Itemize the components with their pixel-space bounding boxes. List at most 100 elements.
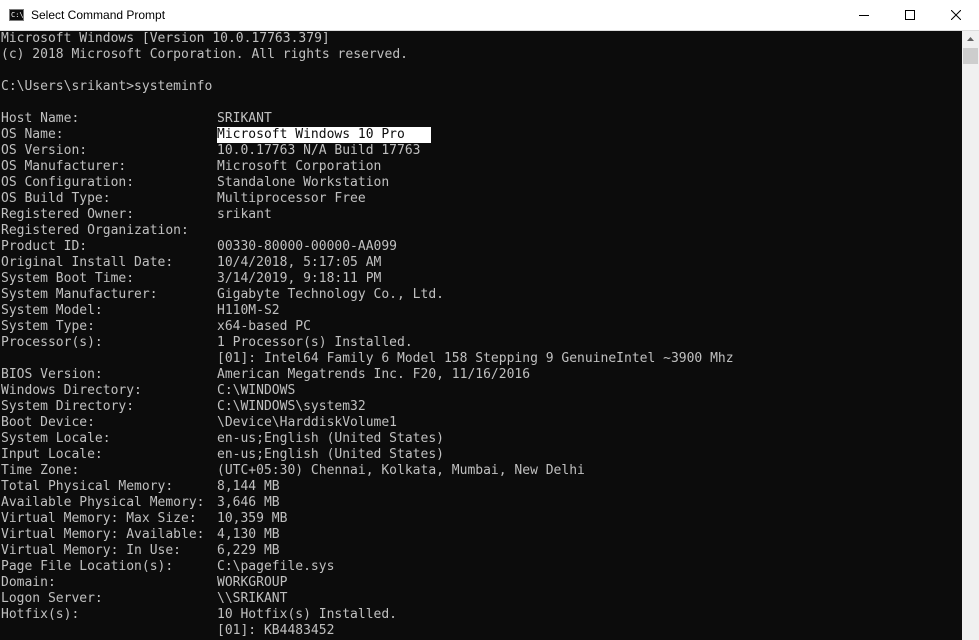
systeminfo-row: OS Build Type: Multiprocessor Free xyxy=(0,191,962,207)
systeminfo-key: Registered Owner: xyxy=(1,207,135,222)
systeminfo-key: System Boot Time: xyxy=(1,271,135,286)
systeminfo-key: Hotfix(s): xyxy=(1,607,80,622)
systeminfo-key: Virtual Memory: In Use: xyxy=(1,543,182,558)
systeminfo-value: (UTC+05:30) Chennai, Kolkata, Mumbai, Ne… xyxy=(217,463,585,478)
maximize-icon xyxy=(905,10,915,20)
systeminfo-value: 10/4/2018, 5:17:05 AM xyxy=(217,255,382,270)
systeminfo-value: C:\pagefile.sys xyxy=(217,559,335,574)
window-title: Select Command Prompt xyxy=(31,8,166,22)
systeminfo-row: Virtual Memory: In Use: 6,229 MB xyxy=(0,543,962,559)
systeminfo-key: OS Build Type: xyxy=(1,191,111,206)
systeminfo-row: System Directory: C:\WINDOWS\system32 xyxy=(0,399,962,415)
systeminfo-row: Time Zone: (UTC+05:30) Chennai, Kolkata, … xyxy=(0,463,962,479)
systeminfo-key: Virtual Memory: Available: xyxy=(1,527,205,542)
systeminfo-key: System Type: xyxy=(1,319,95,334)
systeminfo-key: OS Configuration: xyxy=(1,175,135,190)
systeminfo-key: Product ID: xyxy=(1,239,88,254)
close-icon xyxy=(951,10,961,20)
systeminfo-key: Input Locale: xyxy=(1,447,103,462)
systeminfo-value: H110M-S2 xyxy=(217,303,280,318)
banner-line: (c) 2018 Microsoft Corporation. All righ… xyxy=(1,47,408,62)
systeminfo-key: Page File Location(s): xyxy=(1,559,174,574)
systeminfo-row: System Type: x64-based PC xyxy=(0,319,962,335)
title-bar[interactable]: C:\ Select Command Prompt xyxy=(0,0,979,31)
systeminfo-key: System Manufacturer: xyxy=(1,287,158,302)
systeminfo-key: System Locale: xyxy=(1,431,111,446)
systeminfo-value: American Megatrends Inc. F20, 11/16/2016 xyxy=(217,367,531,382)
systeminfo-value: 00330-80000-00000-AA099 xyxy=(217,239,398,254)
command-prompt-window: C:\ Select Command Prompt Microsoft Wind… xyxy=(0,0,979,640)
systeminfo-row: System Boot Time: 3/14/2019, 9:18:11 PM xyxy=(0,271,962,287)
systeminfo-value: \\SRIKANT xyxy=(217,591,288,606)
systeminfo-value: 6,229 MB xyxy=(217,543,280,558)
systeminfo-row: Total Physical Memory: 8,144 MB xyxy=(0,479,962,495)
systeminfo-row: Windows Directory: C:\WINDOWS xyxy=(0,383,962,399)
minimize-button[interactable] xyxy=(841,0,887,30)
selected-text: Microsoft Windows 10 Pro xyxy=(217,127,431,143)
systeminfo-value: [01]: Intel64 Family 6 Model 158 Steppin… xyxy=(217,351,734,366)
systeminfo-value: WORKGROUP xyxy=(217,575,288,590)
systeminfo-row: System Locale: en-us;English (United Stat… xyxy=(0,431,962,447)
systeminfo-row: OS Name: Microsoft Windows 10 Pro xyxy=(0,127,962,143)
systeminfo-row: Original Install Date: 10/4/2018, 5:17:05… xyxy=(0,255,962,271)
systeminfo-value: 4,130 MB xyxy=(217,527,280,542)
systeminfo-key: System Model: xyxy=(1,303,103,318)
systeminfo-value: x64-based PC xyxy=(217,319,311,334)
systeminfo-value: 10.0.17763 N/A Build 17763 xyxy=(217,143,421,158)
systeminfo-value: 10 Hotfix(s) Installed. xyxy=(217,607,398,622)
systeminfo-key: Total Physical Memory: xyxy=(1,479,174,494)
systeminfo-row: OS Manufacturer: Microsoft Corporation xyxy=(0,159,962,175)
console-output[interactable]: Microsoft Windows [Version 10.0.17763.37… xyxy=(0,31,962,640)
scroll-thumb[interactable] xyxy=(963,48,978,64)
systeminfo-value: \Device\HarddiskVolume1 xyxy=(217,415,398,430)
banner-line: Microsoft Windows [Version 10.0.17763.37… xyxy=(1,31,330,46)
systeminfo-key: Domain: xyxy=(1,575,56,590)
maximize-button[interactable] xyxy=(887,0,933,30)
systeminfo-row: Domain: WORKGROUP xyxy=(0,575,962,591)
systeminfo-key: Virtual Memory: Max Size: xyxy=(1,511,197,526)
systeminfo-row: [01]: Intel64 Family 6 Model 158 Steppin… xyxy=(0,351,962,367)
minimize-icon xyxy=(859,15,869,16)
systeminfo-value: Gigabyte Technology Co., Ltd. xyxy=(217,287,444,302)
systeminfo-key: Processor(s): xyxy=(1,335,103,350)
systeminfo-row: Registered Organization: xyxy=(0,223,962,239)
command-prompt-line: C:\Users\srikant>systeminfo xyxy=(1,79,213,94)
systeminfo-row: Available Physical Memory: 3,646 MB xyxy=(0,495,962,511)
systeminfo-value: 10,359 MB xyxy=(217,511,288,526)
systeminfo-key: Host Name: xyxy=(1,111,80,126)
systeminfo-key: Windows Directory: xyxy=(1,383,142,398)
systeminfo-value: 3,646 MB xyxy=(217,495,280,510)
vertical-scrollbar[interactable] xyxy=(962,31,979,640)
systeminfo-value: C:\WINDOWS\system32 xyxy=(217,399,366,414)
scroll-up-arrow-icon xyxy=(967,37,974,41)
systeminfo-row: Host Name: SRIKANT xyxy=(0,111,962,127)
systeminfo-row: Page File Location(s): C:\pagefile.sys xyxy=(0,559,962,575)
systeminfo-key: OS Version: xyxy=(1,143,88,158)
systeminfo-row: System Manufacturer: Gigabyte Technology … xyxy=(0,287,962,303)
systeminfo-row: Product ID: 00330-80000-00000-AA099 xyxy=(0,239,962,255)
systeminfo-row: OS Version: 10.0.17763 N/A Build 17763 xyxy=(0,143,962,159)
systeminfo-value: en-us;English (United States) xyxy=(217,447,444,462)
systeminfo-value: SRIKANT xyxy=(217,111,272,126)
systeminfo-row: System Model: H110M-S2 xyxy=(0,303,962,319)
systeminfo-row: Processor(s): 1 Processor(s) Installed. xyxy=(0,335,962,351)
systeminfo-value: en-us;English (United States) xyxy=(217,431,444,446)
systeminfo-row: Virtual Memory: Available: 4,130 MB xyxy=(0,527,962,543)
systeminfo-key: Registered Organization: xyxy=(1,223,189,238)
systeminfo-key: Time Zone: xyxy=(1,463,80,478)
systeminfo-row: Virtual Memory: Max Size: 10,359 MB xyxy=(0,511,962,527)
systeminfo-value: 8,144 MB xyxy=(217,479,280,494)
systeminfo-value: Microsoft Corporation xyxy=(217,159,382,174)
systeminfo-row: Registered Owner: srikant xyxy=(0,207,962,223)
close-button[interactable] xyxy=(933,0,979,30)
systeminfo-value: Multiprocessor Free xyxy=(217,191,366,206)
command-prompt-icon[interactable]: C:\ xyxy=(9,9,24,21)
systeminfo-value: C:\WINDOWS xyxy=(217,383,296,398)
systeminfo-key: Boot Device: xyxy=(1,415,95,430)
systeminfo-row: OS Configuration: Standalone Workstation xyxy=(0,175,962,191)
systeminfo-value: 3/14/2019, 9:18:11 PM xyxy=(217,271,382,286)
systeminfo-key: Available Physical Memory: xyxy=(1,495,205,510)
systeminfo-row: BIOS Version: American Megatrends Inc. F2… xyxy=(0,367,962,383)
scroll-up-button[interactable] xyxy=(962,31,979,48)
